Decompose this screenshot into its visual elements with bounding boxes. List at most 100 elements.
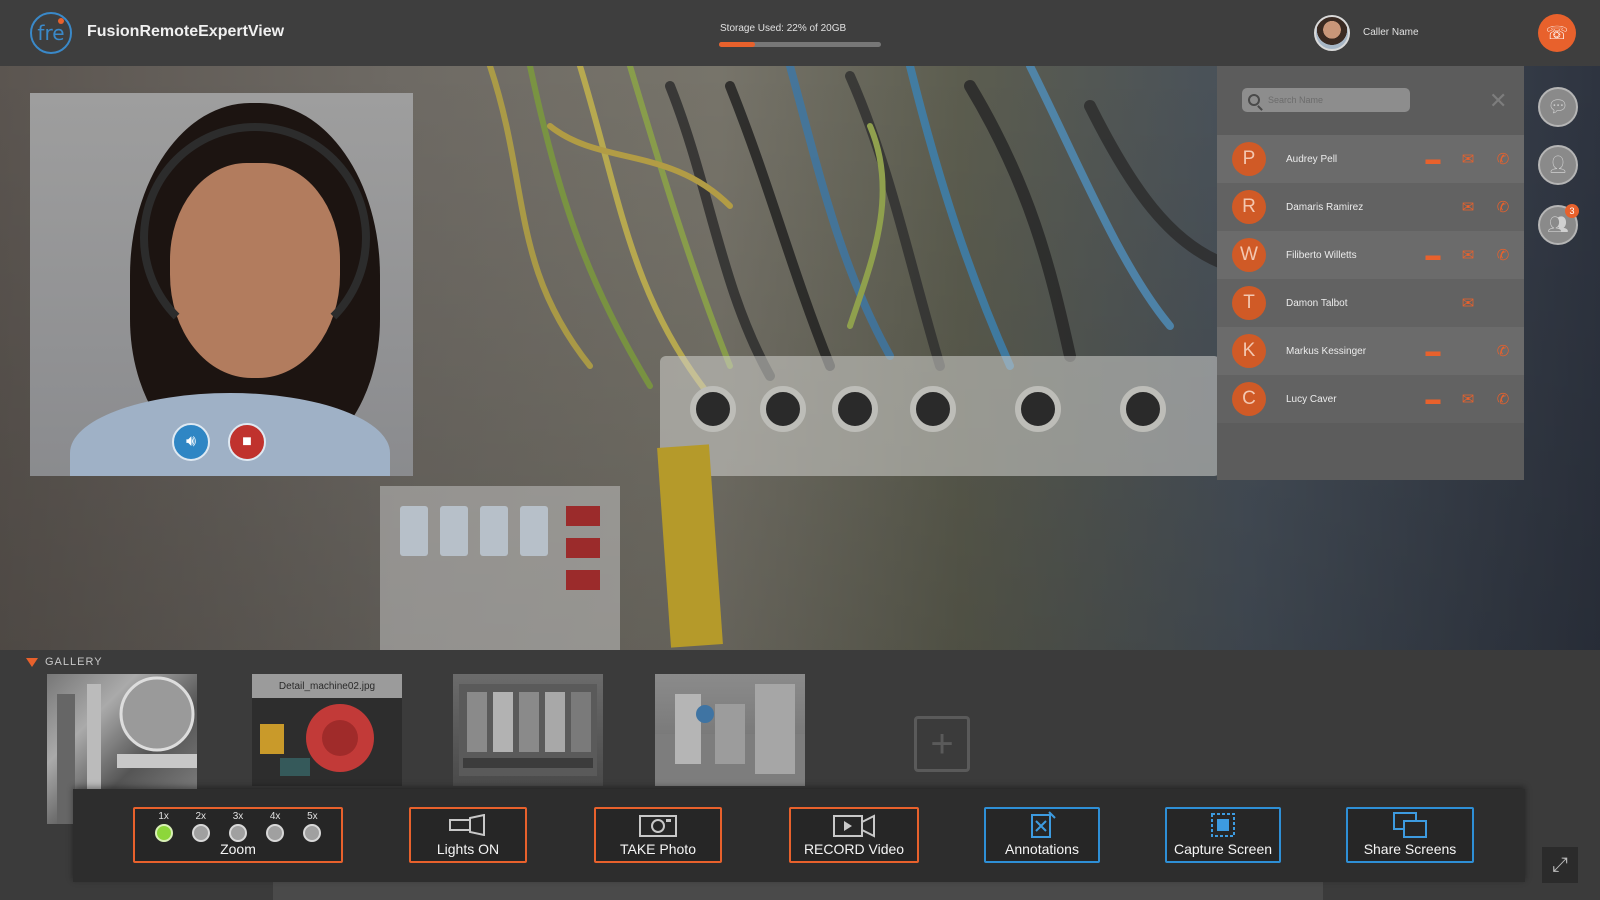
video-toggle-button[interactable]: ■ [228,423,266,461]
breaker-switch [480,506,508,556]
contact-row[interactable]: RDamaris Ramirez▬✉✆ [1217,183,1524,231]
add-user-icon: 👤︎ [1547,155,1569,174]
app-title: FusionRemoteExpertView [87,23,285,40]
zoom-step-label: 1x [158,811,169,822]
terminal-socket [690,386,736,432]
add-user-button[interactable]: 👤︎ [1538,145,1578,185]
headset [140,123,370,353]
email-icon[interactable]: ✉ [1457,200,1479,215]
zoom-radio[interactable] [266,824,285,842]
share-label: Share Screens [1363,841,1457,857]
terminal-socket [910,386,956,432]
zoom-step-label: 2x [195,811,207,822]
chat-bubble-icon: 💬︎ [1547,97,1569,116]
zoom-step-label: 5x [307,811,318,822]
gallery-thumb[interactable]: Detail_machine02.jpg [252,674,402,786]
email-icon[interactable]: ✉ [1457,296,1479,311]
contact-row[interactable]: P Audrey Pell ▬ ✉ ✆ [1217,135,1524,183]
share-screens-button[interactable]: Share Screens [1346,807,1474,863]
zoom-steps: 1x 2x 3x 4x 5x [135,809,341,842]
contact-name: Markus Kessinger [1286,345,1367,357]
record-label: RECORD Video [803,841,905,857]
contact-name: Damaris Ramirez [1286,201,1364,213]
machine-image [655,684,805,786]
controls-shadow-strip [273,882,1323,900]
gallery-thumb[interactable] [655,674,805,786]
zoom-step[interactable]: 5x [303,811,322,842]
record-video-button[interactable]: RECORD Video [789,807,919,863]
caller-name: Caller Name [1363,27,1419,38]
breaker-red-tab [566,570,600,590]
breaker-switch [440,506,468,556]
annotation-icon [1027,809,1057,841]
contact-name: Damon Talbot [1286,297,1348,309]
contact-name: Filiberto Willetts [1286,249,1357,261]
terminal-socket [760,386,806,432]
audio-toggle-button[interactable]: 🔊︎ [172,423,210,461]
logo-text: fre [37,21,65,45]
lights-button[interactable]: Lights ON [409,807,527,863]
contact-actions: ▬ ✉ ✆ [1422,152,1514,167]
storage-progress-fill [719,42,755,47]
controls-bar: 1x 2x 3x 4x 5x Zoom Lights ON TAKE Photo REC… [73,789,1525,882]
fullscreen-icon: ⤢ [1552,853,1568,876]
contact-actions: ▬✉✆ [1422,344,1514,359]
chat-icon[interactable]: ▬ [1422,344,1444,359]
caller-avatar [1314,15,1350,51]
contact-row[interactable]: W Filiberto Willetts ▬ ✉ ✆ [1217,231,1524,279]
capture-label: Capture Screen [1173,841,1273,857]
phone-icon[interactable]: ✆ [1492,200,1514,215]
gallery-thumb[interactable] [453,674,603,786]
zoom-step-label: 3x [232,811,244,822]
contact-name: Audrey Pell [1286,153,1338,165]
gallery-toggle[interactable]: GALLERY [26,656,103,668]
circuit-breakers [380,486,620,650]
phone-icon[interactable]: ✆ [1492,152,1514,167]
terminal-socket [1120,386,1166,432]
phone-icon[interactable]: ✆ [1492,344,1514,359]
zoom-step[interactable]: 4x [266,811,285,842]
zoom-step[interactable]: 3x [228,811,247,842]
zoom-radio[interactable] [154,824,173,842]
fullscreen-button[interactable]: ⤢ [1542,847,1578,883]
contact-row[interactable]: T Damon Talbot ▬✉✆ [1217,279,1524,327]
breaker-red-tab [566,538,600,558]
contact-name: Lucy Caver [1286,393,1337,405]
phone-icon[interactable]: ✆ [1492,248,1514,263]
contact-avatar: T [1232,286,1266,320]
zoom-radio[interactable] [228,824,247,842]
annotations-label: Annotations [1005,841,1079,857]
capture-screen-icon [1208,809,1238,841]
email-icon[interactable]: ✉ [1457,152,1479,167]
contact-avatar: K [1232,334,1266,368]
phone-icon[interactable]: ✆ [1492,392,1514,407]
chat-icon[interactable]: ▬ [1422,248,1444,263]
add-gallery-item-button[interactable]: + [914,716,970,772]
zoom-step[interactable]: 2x [191,811,210,842]
take-photo-button[interactable]: TAKE Photo [594,807,722,863]
contact-search [1242,88,1410,112]
contact-row[interactable]: K Markus Kessinger ▬✉✆ [1217,327,1524,375]
search-input[interactable] [1268,95,1398,105]
machine-image [459,684,597,776]
chat-icon[interactable]: ▬ [1422,152,1444,167]
zoom-radio[interactable] [303,824,322,842]
contact-row[interactable]: C Lucy Caver ▬ ✉ ✆ [1217,375,1524,423]
contacts-panel: ✕ PAudrey Pell▬✉✆RDamaris Ramirez▬✉✆WFil… [1217,66,1524,480]
app-root: fre FusionRemoteExpertView Storage Used:… [0,0,1600,900]
annotations-button[interactable]: Annotations [984,807,1100,863]
chat-button[interactable]: 💬︎ [1538,87,1578,127]
email-icon[interactable]: ✉ [1457,248,1479,263]
zoom-step[interactable]: 1x [154,811,173,842]
end-call-button[interactable]: ☏ [1538,14,1576,52]
terminal-socket [832,386,878,432]
participants-button[interactable]: 👥︎ 3 [1538,204,1579,245]
zoom-label: Zoom [220,841,256,857]
chat-icon[interactable]: ▬ [1422,392,1444,407]
participants-icon: 👥︎ [1547,215,1569,234]
email-icon[interactable]: ✉ [1457,392,1479,407]
logo-dot [58,18,64,24]
close-panel-button[interactable]: ✕ [1489,88,1507,114]
capture-screen-button[interactable]: Capture Screen [1165,807,1281,863]
zoom-radio[interactable] [191,824,210,842]
